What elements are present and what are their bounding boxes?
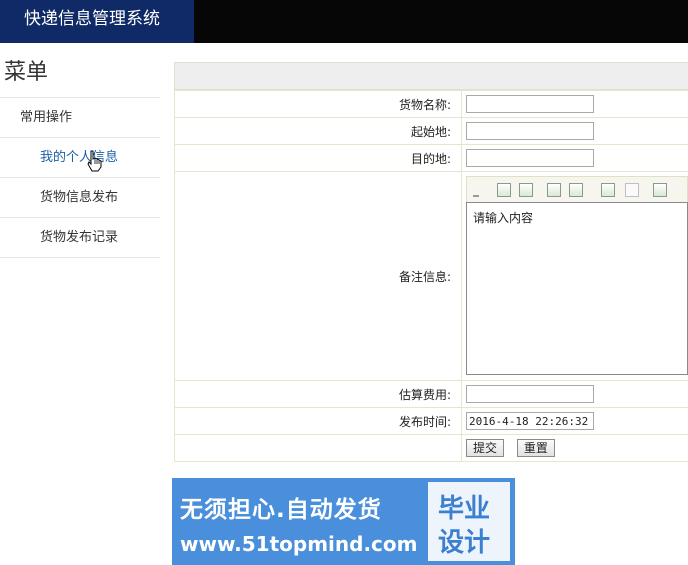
form-row: 备注信息: 请输入内容 [174,171,688,381]
hand-cursor-icon [87,150,102,172]
rich-text-editor: 请输入内容 [466,176,688,376]
toolbar-button-icon[interactable] [547,183,561,197]
empty-label [174,434,462,462]
form-cell [461,90,688,118]
publish-time-input[interactable] [466,412,594,430]
destination-label: 目的地: [174,144,462,172]
banner-slogan: 无须担心.自动发货 [180,497,382,523]
remark-label: 备注信息: [174,171,462,381]
sidebar-item-publish-goods[interactable]: 货物信息发布 [0,178,160,218]
cost-label: 估算费用: [174,380,462,408]
destination-input[interactable] [466,149,594,167]
form-cell [461,380,688,408]
toolbar-button-icon[interactable] [653,183,667,197]
toolbar-button-icon[interactable] [625,183,639,197]
goods-name-label: 货物名称: [174,90,462,118]
form-cell [461,407,688,435]
form-header [174,62,688,90]
form-row: 货物名称: [174,90,688,118]
toolbar-button-icon[interactable] [519,183,533,197]
form-row: 估算费用: [174,380,688,408]
origin-input[interactable] [466,122,594,140]
sidebar-item-my-info[interactable]: 我的个人信息 [0,138,160,178]
top-bar: 快递信息管理系统 [0,0,688,43]
toolbar-grip-icon [473,195,479,197]
banner-logo-line2: 设计 [438,528,491,558]
form-cell: 提交 重置 [461,434,688,462]
submit-button[interactable]: 提交 [466,439,505,457]
cost-input[interactable] [466,385,594,403]
form-row: 提交 重置 [174,434,688,462]
form-row: 目的地: [174,144,688,172]
form-row: 起始地: [174,117,688,145]
form-cell [461,144,688,172]
goods-form: 货物名称: 起始地: 目的地: 备注信息: 请输入内容 估算费用: 发布时间: … [174,90,688,462]
sidebar-item-publish-records[interactable]: 货物发布记录 [0,218,160,258]
app-title: 快递信息管理系统 [0,0,194,43]
menu-group-common[interactable]: 常用操作 [0,98,160,138]
remark-textarea[interactable]: 请输入内容 [466,202,688,375]
editor-toolbar [466,176,688,202]
banner-url: www.51topmind.com [180,532,418,556]
toolbar-button-icon[interactable] [569,183,583,197]
toolbar-button-icon[interactable] [497,183,511,197]
menu-title: 菜单 [0,43,160,98]
sidebar: 菜单 常用操作 我的个人信息 货物信息发布 货物发布记录 [0,43,160,258]
banner-logo-box: 毕业 设计 [428,482,510,561]
publish-time-label: 发布时间: [174,407,462,435]
toolbar-button-icon[interactable] [601,183,615,197]
banner-logo-line1: 毕业 [438,494,491,524]
form-row: 发布时间: [174,407,688,435]
form-cell: 请输入内容 [461,171,688,381]
origin-label: 起始地: [174,117,462,145]
reset-button[interactable]: 重置 [516,439,555,457]
form-cell [461,117,688,145]
goods-name-input[interactable] [466,95,594,113]
watermark-banner: 无须担心.自动发货 www.51topmind.com 毕业 设计 [172,478,515,565]
